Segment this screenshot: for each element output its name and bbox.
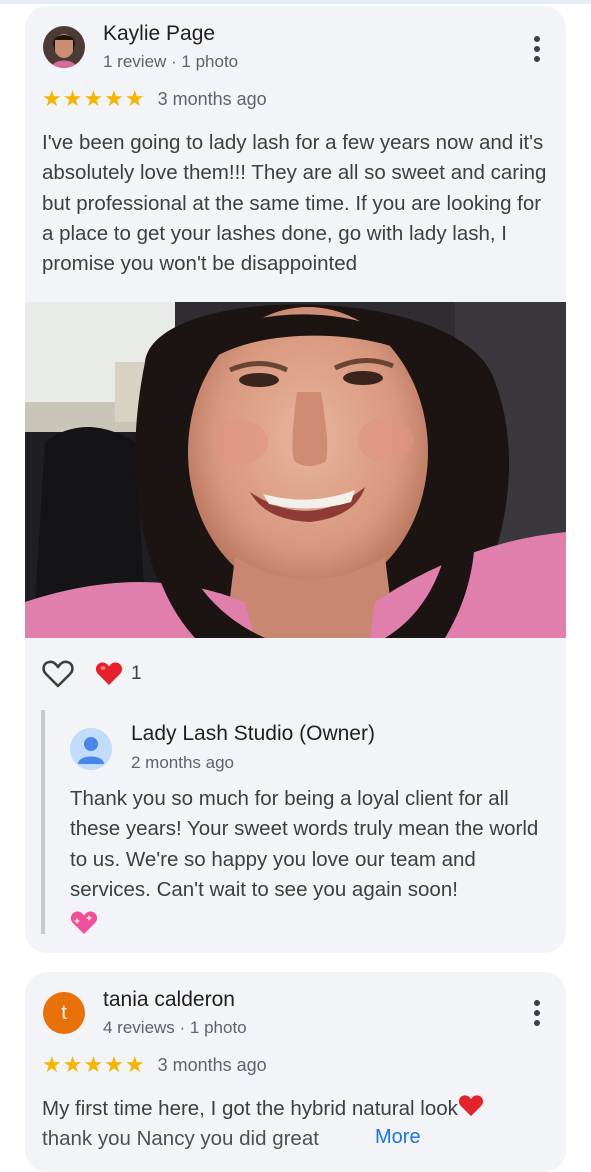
reviewer-avatar[interactable] (43, 26, 85, 68)
top-divider (0, 0, 591, 4)
rating-row: ★★★★★ 3 months ago (42, 86, 267, 112)
review-date: 3 months ago (157, 88, 267, 109)
reactions-row: 1 (41, 657, 142, 691)
reaction-summary[interactable]: 1 (95, 661, 142, 687)
review-photo[interactable] (25, 302, 566, 638)
reviewer-name[interactable]: tania calderon (103, 988, 235, 1012)
review-date: 3 months ago (157, 1054, 267, 1075)
review-card: t tania calderon 4 reviews · 1 photo ★★★… (25, 972, 566, 1172)
reaction-count: 1 (131, 663, 142, 684)
owner-avatar-icon (70, 728, 112, 770)
owner-reply-date: 2 months ago (131, 753, 235, 772)
review-text: I've been going to lady lash for a few y… (42, 131, 547, 276)
reviewer-meta: 1 review · 1 photo (103, 52, 239, 71)
owner-reply-text: Thank you so much for being a loyal clie… (70, 787, 539, 901)
more-link[interactable]: More (375, 1126, 421, 1149)
more-options-icon[interactable] (530, 1000, 544, 1028)
star-rating: ★★★★★ (42, 86, 146, 111)
reviewer-name[interactable]: Kaylie Page (103, 22, 215, 46)
reviewer-meta: 4 reviews · 1 photo (103, 1018, 247, 1037)
reviewer-avatar[interactable]: t (43, 992, 85, 1034)
owner-reply: Lady Lash Studio (Owner) 2 months ago Th… (41, 710, 541, 934)
review-text-line: thank you Nancy you did great (42, 1127, 319, 1151)
review-text-line: My first time here, I got the hybrid nat… (42, 1097, 458, 1120)
red-heart-icon (95, 662, 123, 685)
star-rating: ★★★★★ (42, 1052, 146, 1077)
red-heart-icon (458, 1095, 483, 1117)
review-text: My first time here, I got the hybrid nat… (42, 1094, 552, 1155)
heart-outline-icon[interactable] (41, 657, 75, 691)
sparkling-heart-icon (70, 911, 98, 934)
owner-name: Lady Lash Studio (Owner) (131, 722, 375, 745)
review-card: Kaylie Page 1 review · 1 photo ★★★★★ 3 m… (25, 6, 566, 953)
rating-row: ★★★★★ 3 months ago (42, 1052, 267, 1078)
more-options-icon[interactable] (530, 36, 544, 64)
